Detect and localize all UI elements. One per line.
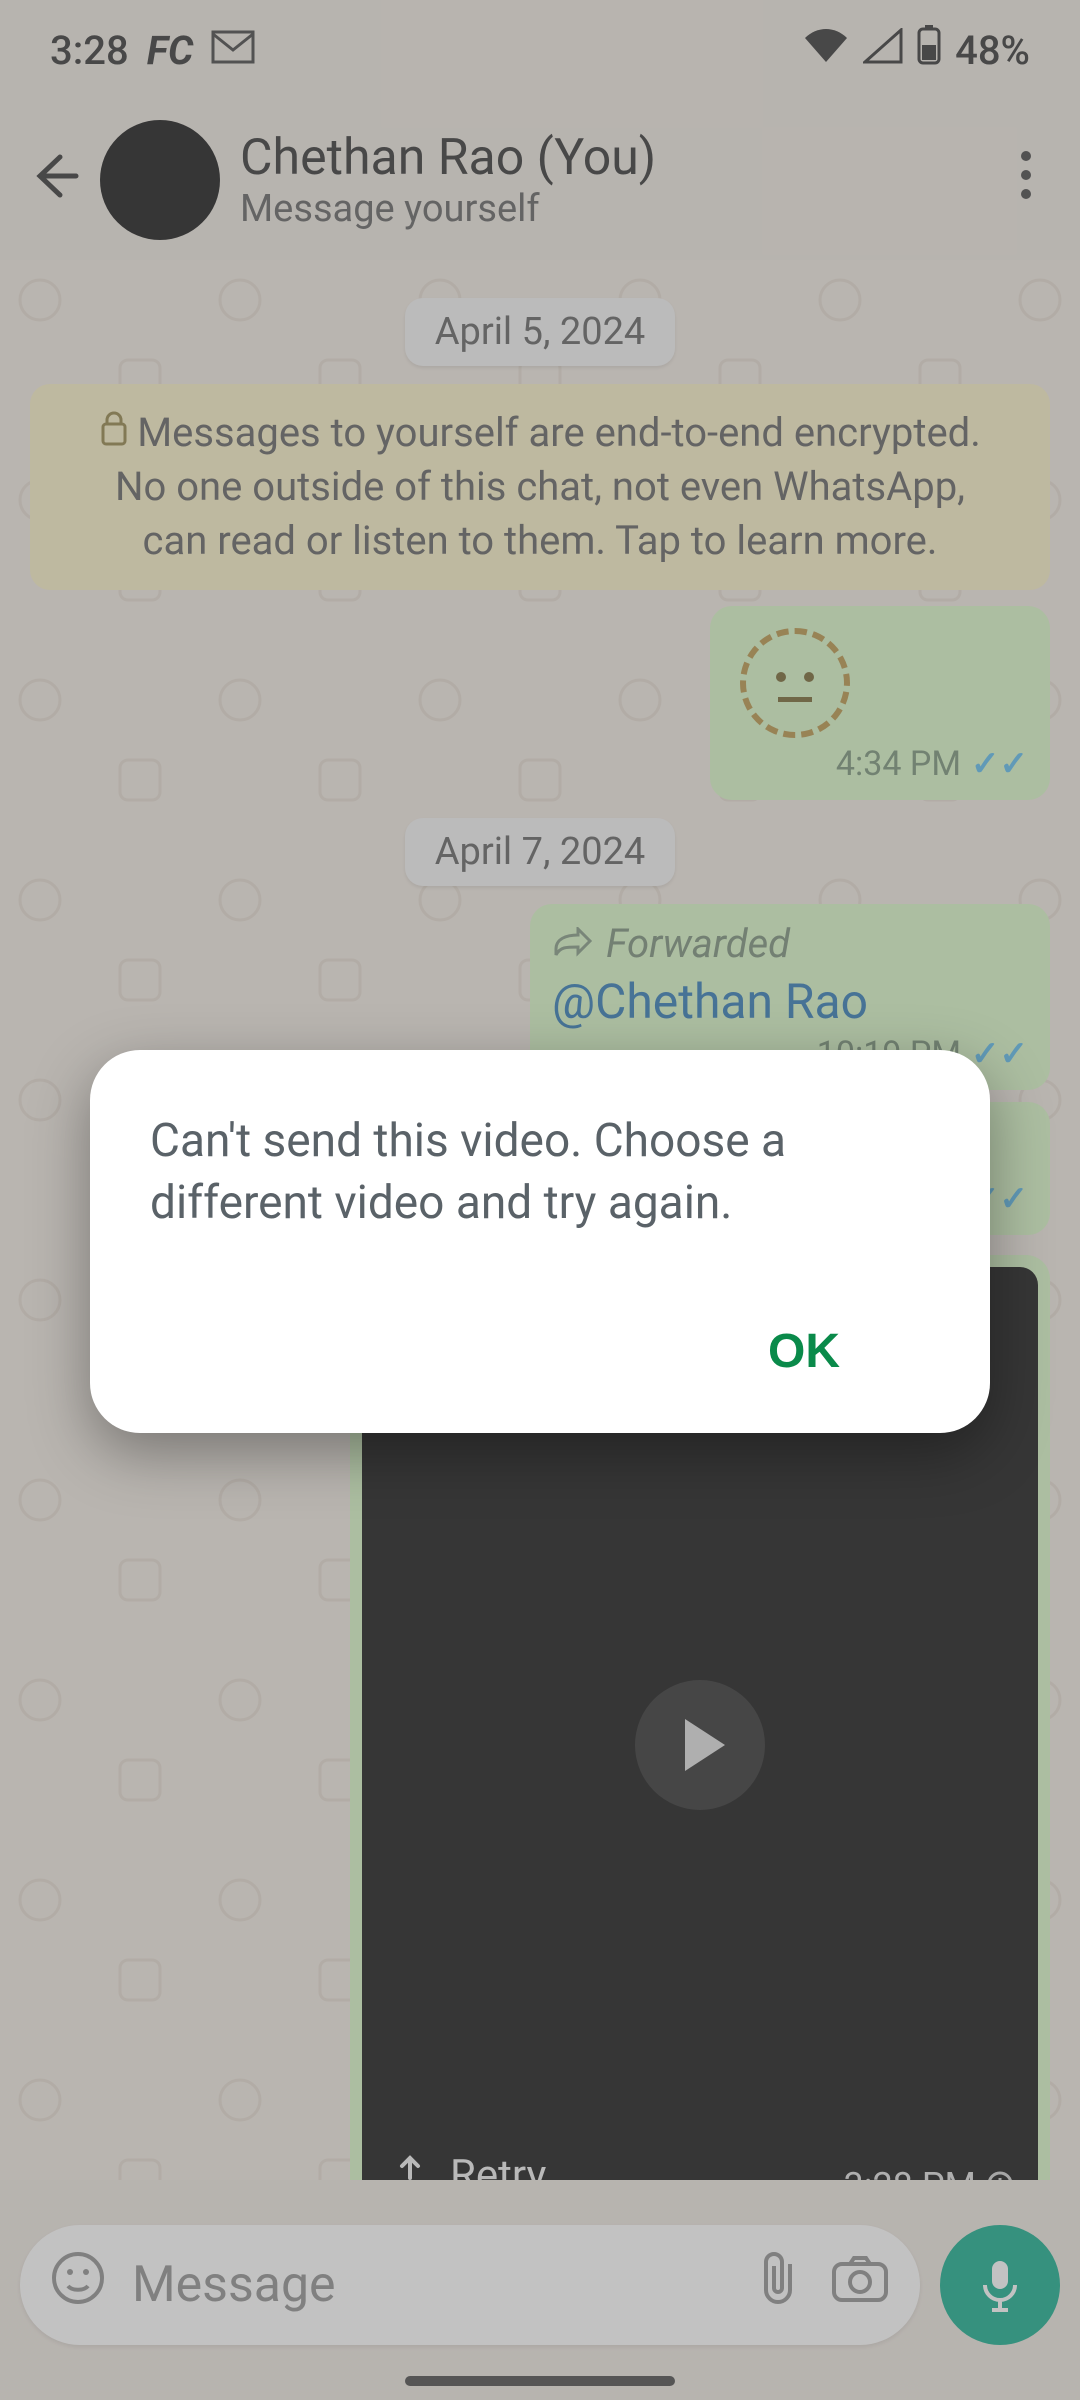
- mic-icon: [975, 2255, 1025, 2315]
- message-bubble[interactable]: 4:34 PM✓✓: [710, 606, 1050, 800]
- read-checks-icon: ✓✓: [971, 744, 1028, 784]
- mic-button[interactable]: [940, 2225, 1060, 2345]
- play-icon: [685, 1719, 725, 1771]
- avatar[interactable]: [100, 120, 220, 240]
- ok-button[interactable]: OK: [728, 1304, 880, 1399]
- date-separator: April 5, 2024: [405, 298, 676, 366]
- camera-icon[interactable]: [830, 2252, 890, 2318]
- neutral-face-emoji: [740, 628, 850, 738]
- mention-link[interactable]: @Chethan Rao: [552, 973, 868, 1030]
- lock-icon: [99, 406, 129, 460]
- battery-percent: 48%: [955, 27, 1030, 74]
- attach-icon[interactable]: [756, 2250, 804, 2320]
- battery-icon: [917, 25, 941, 75]
- encryption-banner[interactable]: Messages to yourself are end-to-end encr…: [30, 384, 1050, 590]
- status-bar: 3:28 FC 48%: [0, 0, 1080, 100]
- signal-icon: [863, 27, 903, 74]
- chat-header[interactable]: Chethan Rao (You) Message yourself: [0, 100, 1080, 260]
- forward-icon: [552, 920, 592, 967]
- chat-subtitle: Message yourself: [240, 187, 1000, 231]
- retry-button[interactable]: Retry: [390, 2150, 546, 2180]
- forwarded-label: Forwarded: [606, 920, 790, 967]
- back-icon[interactable]: [30, 145, 80, 216]
- play-button[interactable]: [635, 1680, 765, 1810]
- message-input[interactable]: Message: [20, 2225, 920, 2345]
- retry-label: Retry: [450, 2151, 546, 2180]
- error-dialog: Can't send this video. Choose a differen…: [90, 1050, 990, 1433]
- gmail-icon: [211, 27, 255, 74]
- input-bar: Message: [20, 2220, 1060, 2350]
- input-placeholder: Message: [132, 2256, 730, 2314]
- read-checks-icon: ✓✓: [971, 1034, 1028, 1074]
- dialog-message: Can't send this video. Choose a differen…: [150, 1110, 930, 1234]
- fc-icon: FC: [147, 27, 194, 74]
- nav-indicator[interactable]: [405, 2376, 675, 2386]
- date-separator: April 7, 2024: [405, 818, 676, 886]
- more-icon[interactable]: [1020, 150, 1050, 211]
- video-time: 3:28 PM: [844, 2165, 977, 2180]
- chat-title: Chethan Rao (You): [240, 129, 1000, 187]
- upload-icon: [390, 2150, 430, 2180]
- emoji-icon[interactable]: [50, 2250, 106, 2320]
- wifi-icon: [803, 27, 849, 74]
- clock-icon: [986, 2165, 1014, 2180]
- message-time: 4:34 PM: [836, 744, 961, 784]
- status-time: 3:28: [50, 27, 129, 74]
